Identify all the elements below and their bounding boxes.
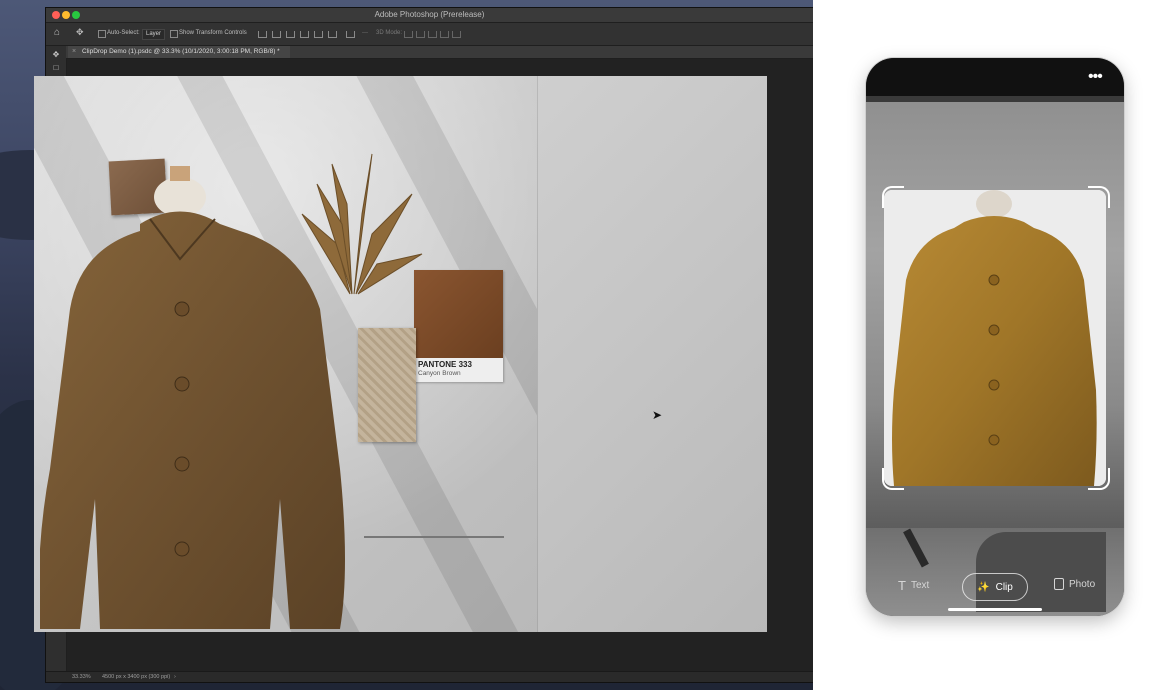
pantone-name: Canyon Brown <box>418 370 461 377</box>
roll-3d-icon[interactable] <box>416 31 425 38</box>
paper-sheet-bottom-edge <box>364 536 504 538</box>
title-bar: Adobe Photoshop (Prerelease) <box>46 8 813 23</box>
clipped-jacket-preview <box>884 190 1106 486</box>
mannequin-jacket <box>40 166 345 629</box>
phone-top-bar: ••• <box>866 58 1124 96</box>
wood-tile-sample <box>358 328 416 442</box>
mode-photo[interactable]: Photo <box>1054 578 1095 590</box>
magic-wand-icon: ✨ <box>977 581 990 593</box>
document-info[interactable]: 4500 px x 3400 px (300 ppi) <box>102 672 170 682</box>
more-options-icon[interactable]: ••• <box>1088 69 1103 85</box>
move-tool-icon[interactable]: ✥ <box>51 50 61 59</box>
align-top-icon[interactable] <box>300 31 309 38</box>
home-icon[interactable]: ⌂ <box>54 27 60 38</box>
status-arrow-icon[interactable]: › <box>174 672 176 682</box>
paper-sheet <box>537 76 767 632</box>
auto-select-label: Auto-Select: <box>107 30 140 36</box>
phone-device: ••• T Text ✨ Clip Photo <box>866 58 1124 616</box>
mode-text[interactable]: T Text <box>898 578 929 593</box>
distribute-icon[interactable] <box>346 31 355 38</box>
desktop-background: Adobe Photoshop (Prerelease) ⌂ ✥ Auto-Se… <box>0 0 813 690</box>
pantone-card: PANTONE 333 Canyon Brown <box>414 270 503 382</box>
mode-photo-label: Photo <box>1069 578 1096 590</box>
auto-select-checkbox[interactable] <box>98 30 106 38</box>
mode-clip-label: Clip <box>995 581 1013 593</box>
mode-clip-button[interactable]: ✨ Clip <box>962 573 1028 601</box>
show-transform-checkbox[interactable] <box>170 30 178 38</box>
frame-corner <box>882 186 904 208</box>
options-bar: ⌂ ✥ Auto-Select: Layer Show Transform Co… <box>46 23 813 46</box>
align-left-icon[interactable] <box>258 31 267 38</box>
more-options-icon[interactable]: ··· <box>362 30 368 36</box>
document-tab-bar: × ClipDrop Demo (1).psdc @ 33.3% (10/1/2… <box>66 46 813 59</box>
scale-3d-icon[interactable] <box>452 31 461 38</box>
cable <box>903 528 929 568</box>
window-title: Adobe Photoshop (Prerelease) <box>374 10 485 19</box>
align-center-icon[interactable] <box>272 31 281 38</box>
slide-3d-icon[interactable] <box>440 31 449 38</box>
document-tab[interactable]: × ClipDrop Demo (1).psdc @ 33.3% (10/1/2… <box>68 46 290 58</box>
orbit-3d-icon[interactable] <box>404 31 413 38</box>
viewfinder-screen-edge <box>866 96 1124 102</box>
frame-corner <box>882 468 904 490</box>
home-indicator[interactable] <box>948 608 1042 611</box>
photo-icon <box>1054 578 1064 590</box>
zoom-level[interactable]: 33.33% <box>72 672 91 682</box>
text-icon: T <box>898 578 906 593</box>
clip-capture-frame[interactable] <box>884 190 1106 486</box>
auto-select-dropdown[interactable]: Layer <box>142 29 166 40</box>
move-tool-icon[interactable]: ✥ <box>76 27 84 38</box>
document-canvas[interactable]: PANTONE 333 Canyon Brown ➤ <box>34 76 767 632</box>
mode-text-label: Text <box>910 580 930 591</box>
frame-corner <box>1088 186 1110 208</box>
align-bottom-icon[interactable] <box>328 31 337 38</box>
show-transform-label: Show Transform Controls <box>179 30 247 36</box>
capture-mode-bar: T Text ✨ Clip Photo <box>866 571 1124 601</box>
align-middle-icon[interactable] <box>314 31 323 38</box>
pantone-number: PANTONE 333 <box>418 360 472 369</box>
frame-corner <box>1088 468 1110 490</box>
pantone-color-chip <box>414 270 503 358</box>
document-tab-title: ClipDrop Demo (1).psdc @ 33.3% (10/1/202… <box>82 48 280 55</box>
marquee-tool-icon[interactable]: □ <box>51 63 61 72</box>
mode-3d-label: 3D Mode: <box>376 30 403 36</box>
mouse-cursor-icon: ➤ <box>652 408 663 422</box>
status-bar: 33.33% 4500 px x 3400 px (300 ppi) › <box>46 671 813 682</box>
align-right-icon[interactable] <box>286 31 295 38</box>
drag-3d-icon[interactable] <box>428 31 437 38</box>
close-tab-icon[interactable]: × <box>72 46 76 58</box>
